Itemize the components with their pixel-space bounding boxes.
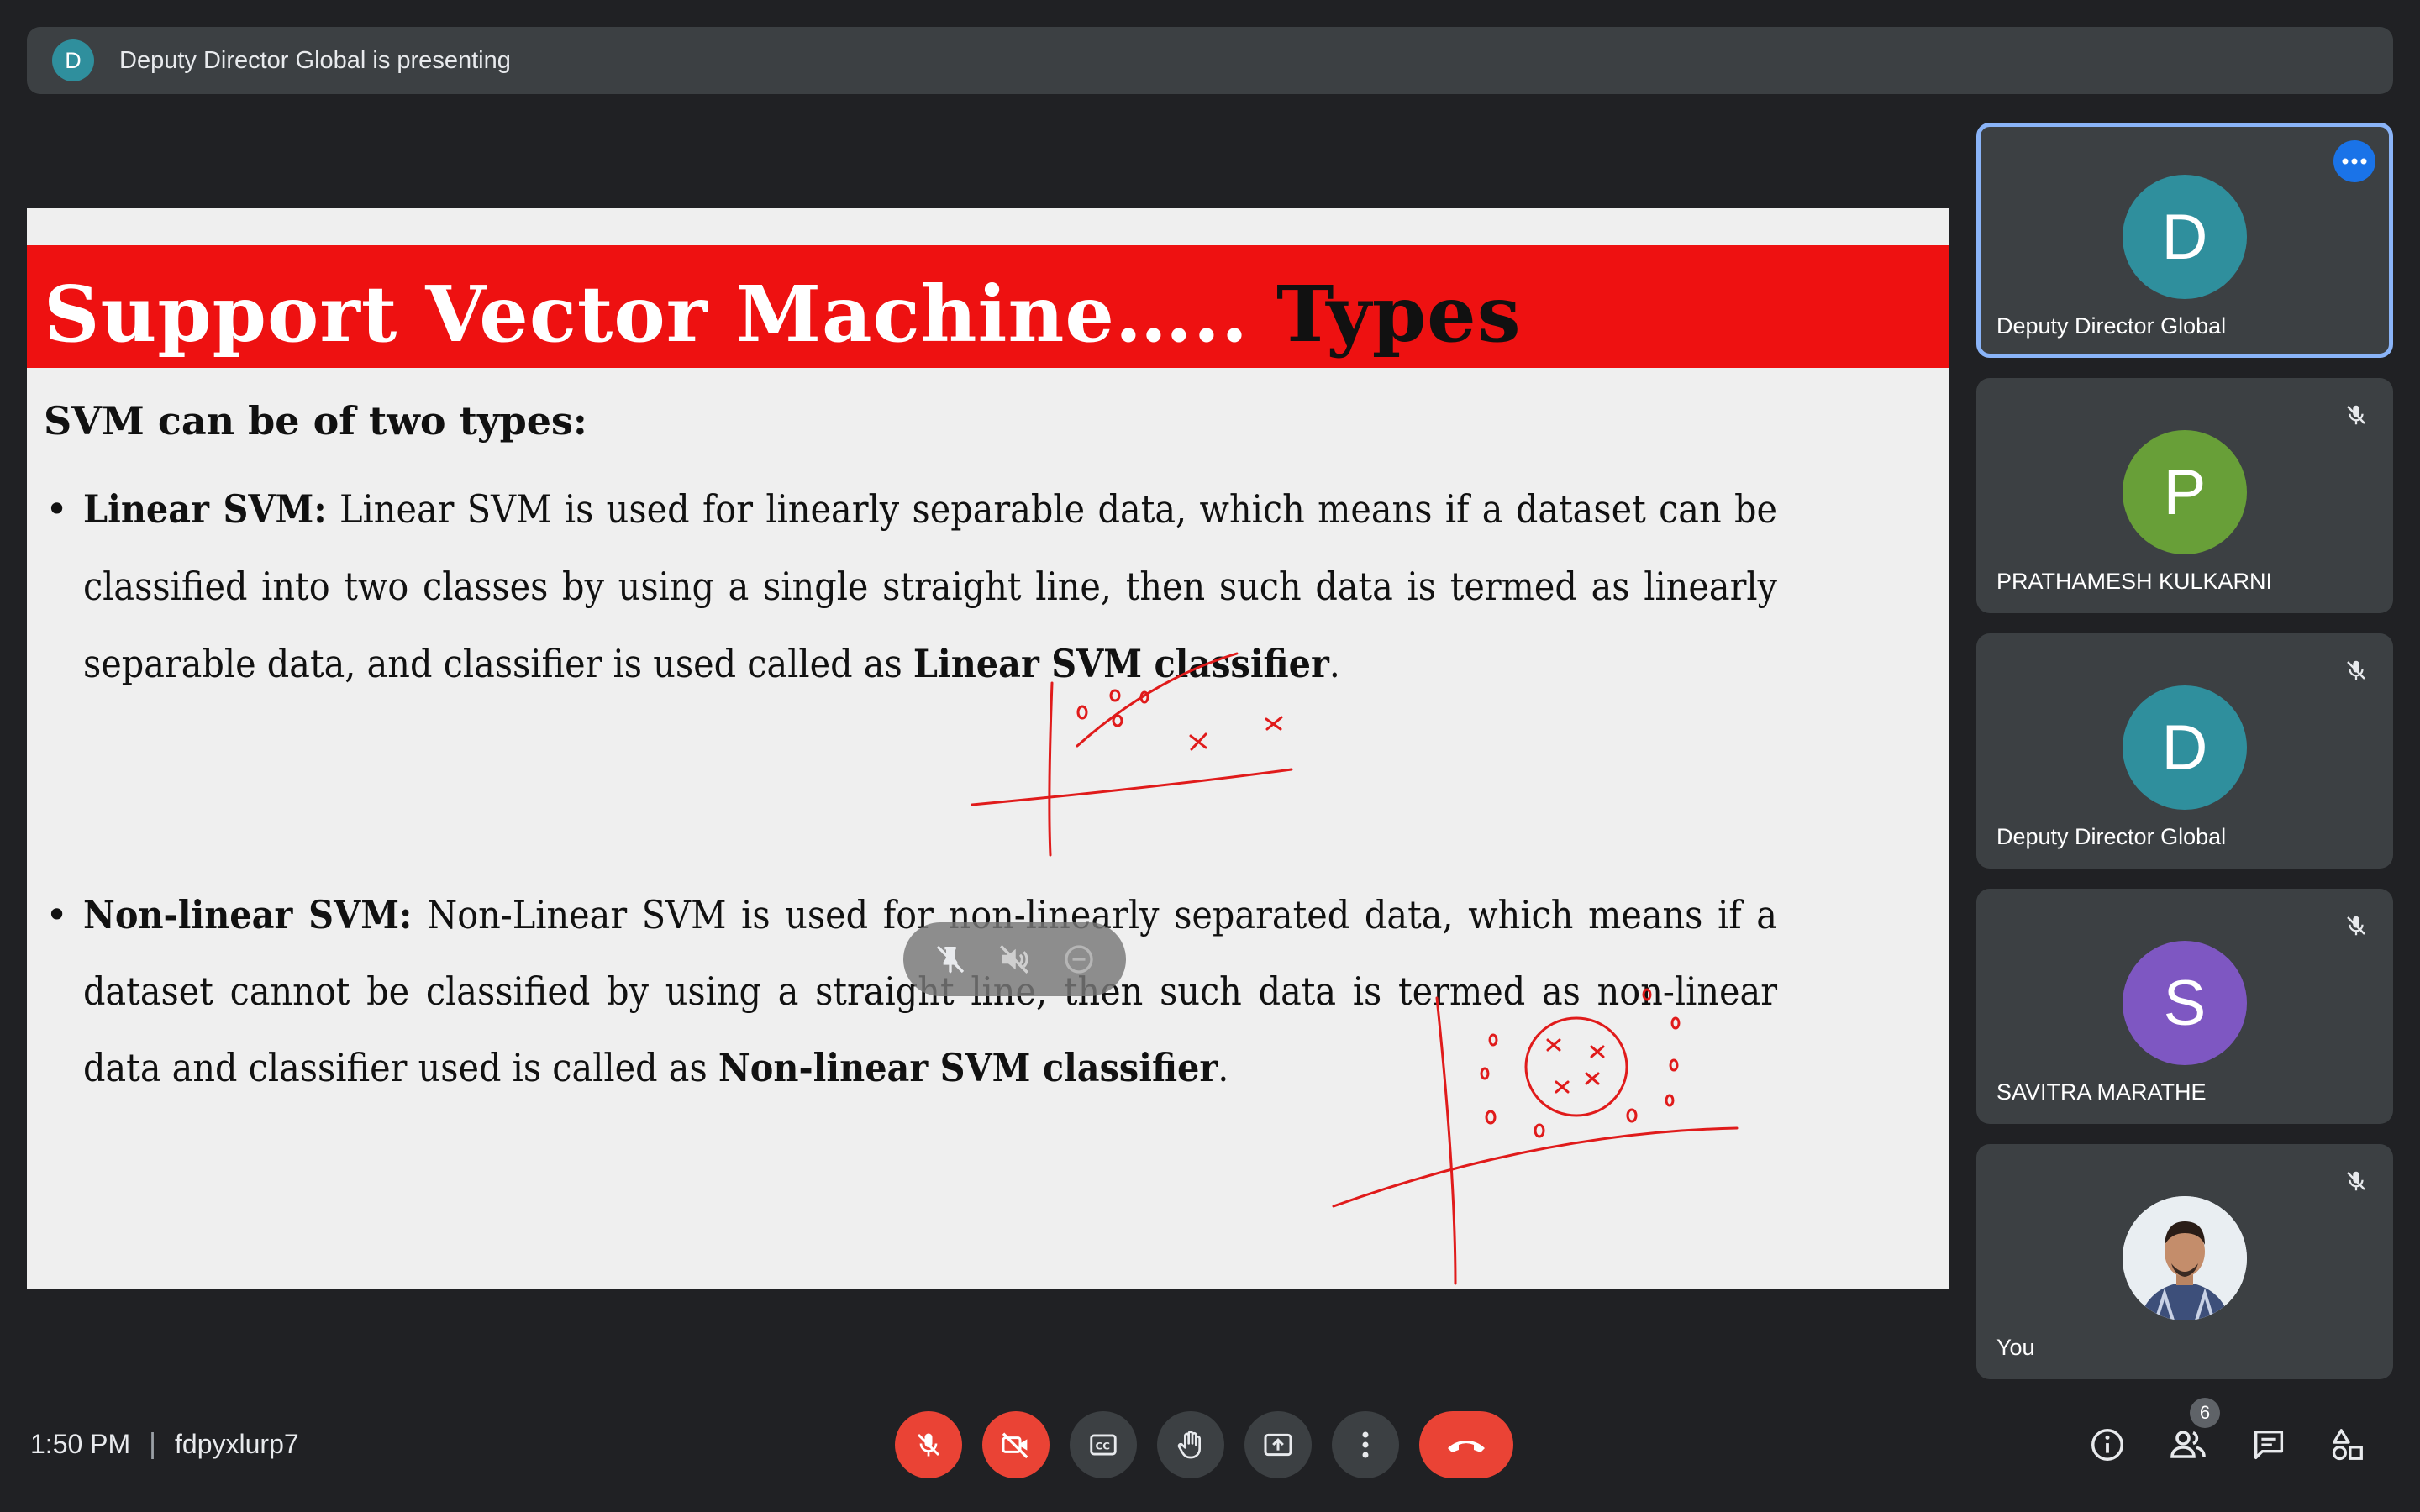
participant-avatar: P — [2123, 430, 2247, 554]
shared-screen: Support Vector Machine….. Types SVM can … — [27, 208, 1949, 1289]
nonlinear-svm-heading: Non-linear SVM: — [83, 892, 413, 937]
info-icon — [2091, 1429, 2123, 1461]
pin-off-icon[interactable] — [929, 937, 972, 981]
volume-off-icon[interactable] — [992, 937, 1036, 981]
people-count-badge: 6 — [2190, 1398, 2220, 1428]
present-screen-button[interactable] — [1244, 1411, 1312, 1478]
activities-button[interactable] — [2324, 1421, 2371, 1468]
participant-avatar: S — [2123, 941, 2247, 1065]
participant-tile[interactable]: P PRATHAMESH KULKARNI — [1976, 378, 2393, 613]
mic-off-icon — [2338, 1163, 2375, 1200]
mic-toggle-button[interactable] — [895, 1411, 962, 1478]
present-icon — [1264, 1433, 1292, 1457]
leave-call-button[interactable] — [1419, 1411, 1513, 1478]
people-icon — [2170, 1431, 2206, 1458]
slide-title-main: Support Vector Machine….. — [44, 269, 1249, 360]
hand-icon — [1177, 1431, 1201, 1459]
participant-avatar: D — [2123, 685, 2247, 810]
remove-circle-icon[interactable] — [1057, 937, 1101, 981]
activities-icon — [2332, 1429, 2363, 1461]
mic-off-icon — [2338, 652, 2375, 689]
more-vert-icon — [1362, 1431, 1369, 1458]
chat-button[interactable] — [2245, 1421, 2292, 1468]
participant-name: Deputy Director Global — [1996, 313, 2227, 339]
presenting-text: Deputy Director Global is presenting — [119, 46, 511, 74]
mic-off-icon — [2338, 396, 2375, 433]
participant-avatar: D — [2123, 175, 2247, 299]
presenting-banner: D Deputy Director Global is presenting — [27, 27, 2393, 94]
slide-title: Support Vector Machine….. Types — [44, 269, 1521, 360]
svg-text:CC: CC — [1096, 1441, 1110, 1452]
meeting-details-button[interactable] — [2084, 1421, 2131, 1468]
user-photo-avatar — [2123, 1196, 2247, 1320]
divider: | — [149, 1428, 157, 1460]
mic-off-icon — [2338, 907, 2375, 944]
participant-name: You — [1996, 1335, 2035, 1360]
mic-off-icon — [917, 1433, 940, 1457]
clock-time: 1:50 PM — [30, 1429, 131, 1459]
bullet-linear-svm: Linear SVM: Linear SVM is used for linea… — [83, 486, 1777, 686]
captions-button[interactable]: CC — [1070, 1411, 1137, 1478]
meeting-code: fdpyxlurp7 — [175, 1429, 299, 1459]
floating-tile-controls — [903, 922, 1126, 996]
captions-icon: CC — [1090, 1434, 1117, 1456]
linear-svm-heading: Linear SVM: — [83, 486, 327, 532]
linear-svm-classifier: Linear SVM classifier — [913, 641, 1329, 686]
more-options-button[interactable] — [1332, 1411, 1399, 1478]
participant-tile[interactable]: D Deputy Director Global — [1976, 123, 2393, 358]
participant-tile-self[interactable]: You — [1976, 1144, 2393, 1379]
pen-annotations — [971, 652, 1739, 1285]
camera-off-icon — [1002, 1432, 1028, 1459]
chat-icon — [2254, 1430, 2284, 1460]
meeting-info: 1:50 PM | fdpyxlurp7 — [30, 1428, 299, 1461]
raise-hand-button[interactable] — [1157, 1411, 1224, 1478]
more-options-icon[interactable] — [2333, 140, 2375, 182]
slide-title-types: Types — [1276, 269, 1522, 360]
people-button[interactable] — [2165, 1421, 2212, 1468]
nonlinear-svm-classifier: Non-linear SVM classifier — [718, 1045, 1218, 1090]
hang-up-icon — [1448, 1441, 1485, 1452]
camera-toggle-button[interactable] — [982, 1411, 1050, 1478]
presenter-avatar: D — [52, 39, 94, 81]
participant-tile[interactable]: D Deputy Director Global — [1976, 633, 2393, 869]
participant-name: PRATHAMESH KULKARNI — [1996, 569, 2273, 594]
bullet-marker: • — [45, 892, 69, 937]
bullet-marker: • — [45, 486, 69, 532]
participant-tile[interactable]: S SAVITRA MARATHE — [1976, 889, 2393, 1124]
participant-name: SAVITRA MARATHE — [1996, 1079, 2207, 1105]
participant-name: Deputy Director Global — [1996, 824, 2227, 849]
slide-intro: SVM can be of two types: — [44, 398, 587, 444]
